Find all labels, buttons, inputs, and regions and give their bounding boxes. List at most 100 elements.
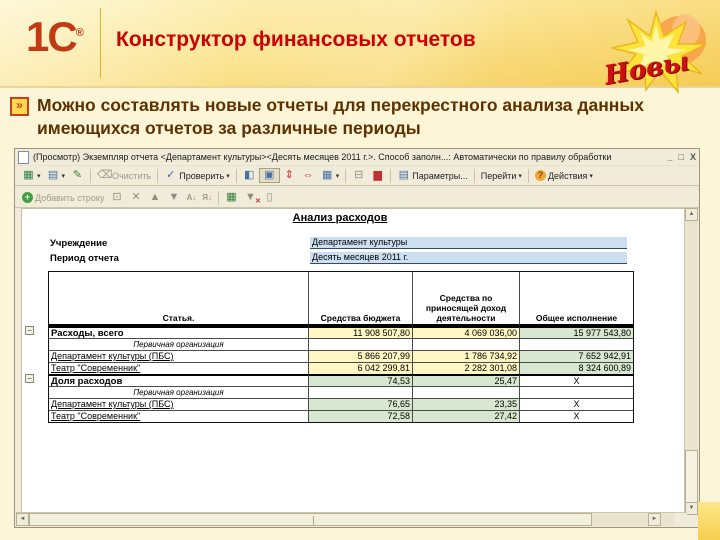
add-row-label: Добавить строку [35, 192, 105, 203]
sort-desc-icon: Я↓ [202, 193, 212, 202]
cell-value[interactable]: X [519, 398, 633, 410]
minimize-button[interactable]: _ [668, 152, 673, 162]
save-button[interactable]: ▦ ▾ [19, 169, 44, 182]
horizontal-scrollbar[interactable]: ◄ ► [16, 512, 687, 526]
scrollbar-corner [674, 513, 687, 526]
parameters-label: Параметры... [412, 170, 468, 181]
column-header-income[interactable]: Средства по приносящей доход деятельност… [412, 272, 519, 326]
copy-row-button[interactable]: ⊡ [107, 191, 126, 204]
edit-button[interactable]: ✎ [68, 169, 87, 182]
cell-value[interactable]: 7 652 942,91 [519, 350, 633, 362]
page-view-button[interactable]: ▯ [260, 191, 279, 204]
move-up-button[interactable]: ▲ [145, 191, 164, 204]
view-center-panel-button[interactable]: ▣ [258, 168, 280, 183]
table-header-row: Статья. Средства бюджета Средства по при… [49, 272, 633, 326]
thumb-grip [313, 516, 314, 525]
window-titlebar[interactable]: (Просмотр) Экземпляр отчета <Департамент… [15, 149, 699, 165]
collapse-columns-icon: ⇔ [302, 169, 314, 181]
collapse-columns-button[interactable]: ⇔ [299, 169, 318, 182]
cell-value[interactable]: 15 977 543,80 [519, 326, 633, 338]
row-label[interactable]: Театр "Современник" [49, 410, 308, 422]
cell-value[interactable]: 1 786 734,92 [412, 350, 519, 362]
cell-value[interactable] [519, 386, 633, 398]
clear-filter-button[interactable]: ▼ ✕ [241, 191, 261, 206]
actions-button[interactable]: ? Действия ▾ [532, 169, 596, 182]
calculator-button[interactable]: ⊟ [349, 169, 368, 182]
cell-value[interactable]: X [519, 374, 633, 386]
cell-value[interactable] [412, 338, 519, 350]
add-row-button[interactable]: + Добавить строку [19, 191, 107, 204]
row-label[interactable]: Департамент культуры (ПБС) [49, 398, 308, 410]
cell-value[interactable]: 25,47 [412, 374, 519, 386]
cell-value[interactable] [308, 338, 412, 350]
goto-label: Перейти [480, 170, 517, 181]
field-value-period[interactable]: Десять месяцев 2011 г. [310, 252, 627, 264]
vertical-scroll-thumb[interactable] [685, 450, 698, 503]
cell-value[interactable]: X [519, 410, 633, 422]
toolbar-separator [217, 190, 219, 205]
cell-value[interactable]: 76,65 [308, 398, 412, 410]
goto-button[interactable]: Перейти ▾ [478, 170, 525, 182]
collapse-rows-button[interactable]: ⇕ [280, 169, 299, 182]
horizontal-scroll-thumb[interactable] [29, 513, 592, 526]
toolbar-separator [345, 168, 347, 183]
cell-value[interactable] [308, 386, 412, 398]
arrow-down-icon: ▼ [168, 191, 180, 203]
delete-row-button[interactable]: ✕ [126, 191, 145, 204]
cell-value[interactable]: 72,58 [308, 410, 412, 422]
column-header-total[interactable]: Общее исполнение [519, 272, 633, 326]
group-collapse-icon[interactable]: − [25, 326, 34, 335]
cell-value[interactable]: 6 042 299,81 [308, 362, 412, 374]
column-header-article[interactable]: Статья. [49, 272, 308, 326]
check-icon: ✓ [166, 169, 176, 181]
report-title: Анализ расходов [292, 212, 388, 224]
field-value-institution[interactable]: Департамент культуры [310, 237, 627, 249]
row-label[interactable]: Первичная организация [49, 338, 308, 350]
scroll-right-button[interactable]: ► [648, 513, 661, 526]
cell-value[interactable]: 2 282 301,08 [412, 362, 519, 374]
parameters-button[interactable]: ▤ Параметры... [394, 169, 470, 182]
chart-button[interactable]: ▆ [368, 169, 387, 182]
column-header-budget[interactable]: Средства бюджета [308, 272, 412, 326]
maximize-button[interactable]: □ [679, 152, 684, 162]
cell-value[interactable]: 74,53 [308, 374, 412, 386]
group-collapse-icon[interactable]: − [25, 374, 34, 383]
vertical-scrollbar[interactable]: ▲ ▼ [684, 208, 698, 515]
filter-x-icon: ✕ [255, 198, 261, 205]
collapse-rows-icon: ⇕ [284, 169, 294, 181]
spreadsheet[interactable]: Анализ расходов Учреждение Департамент к… [21, 208, 687, 515]
move-down-button[interactable]: ▼ [164, 191, 183, 204]
report-table: Статья. Средства бюджета Средства по при… [48, 271, 634, 423]
cell-value[interactable]: 27,42 [412, 410, 519, 422]
dropdown-arrow-icon: ▾ [61, 172, 66, 180]
sort-asc-icon: А↓ [186, 193, 197, 202]
cell-value[interactable]: 8 324 600,89 [519, 362, 633, 374]
check-label: Проверить [179, 170, 225, 181]
sort-asc-button[interactable]: А↓ [183, 192, 199, 203]
row-label[interactable]: Доля расходов [49, 374, 308, 386]
close-button[interactable]: X [690, 152, 696, 162]
row-label[interactable]: Департамент культуры (ПБС) [49, 350, 308, 362]
clear-button[interactable]: ⌫ Очистить [94, 169, 154, 182]
cell-value[interactable]: 5 866 207,99 [308, 350, 412, 362]
cell-value[interactable] [412, 386, 519, 398]
calculator-icon: ⊟ [354, 169, 364, 181]
row-label[interactable]: Первичная организация [49, 386, 308, 398]
cell-value[interactable]: 23,35 [412, 398, 519, 410]
row-label[interactable]: Театр "Современник" [49, 362, 308, 374]
bullet-text: Можно составлять новые отчеты для перекр… [37, 95, 645, 138]
export-button[interactable]: ▤ ▾ [44, 169, 69, 182]
scroll-up-button[interactable]: ▲ [685, 208, 698, 221]
cell-value[interactable]: 4 069 036,00 [412, 326, 519, 338]
table-view-button[interactable]: ▦ ▾ [318, 169, 343, 182]
sort-desc-button[interactable]: Я↓ [199, 192, 215, 203]
cell-value[interactable] [519, 338, 633, 350]
cell-value[interactable]: 11 908 507,80 [308, 326, 412, 338]
table-row: Департамент культуры (ПБС) 5 866 207,99 … [49, 350, 633, 362]
row-label[interactable]: Расходы, всего [49, 326, 308, 338]
check-button[interactable]: ✓ Проверить ▾ [161, 169, 233, 182]
view-left-panel-button[interactable]: ◧ [240, 169, 259, 182]
copy-icon: ⊡ [112, 191, 122, 203]
excel-export-button[interactable]: ▦ [222, 191, 241, 204]
scroll-left-button[interactable]: ◄ [16, 513, 29, 526]
